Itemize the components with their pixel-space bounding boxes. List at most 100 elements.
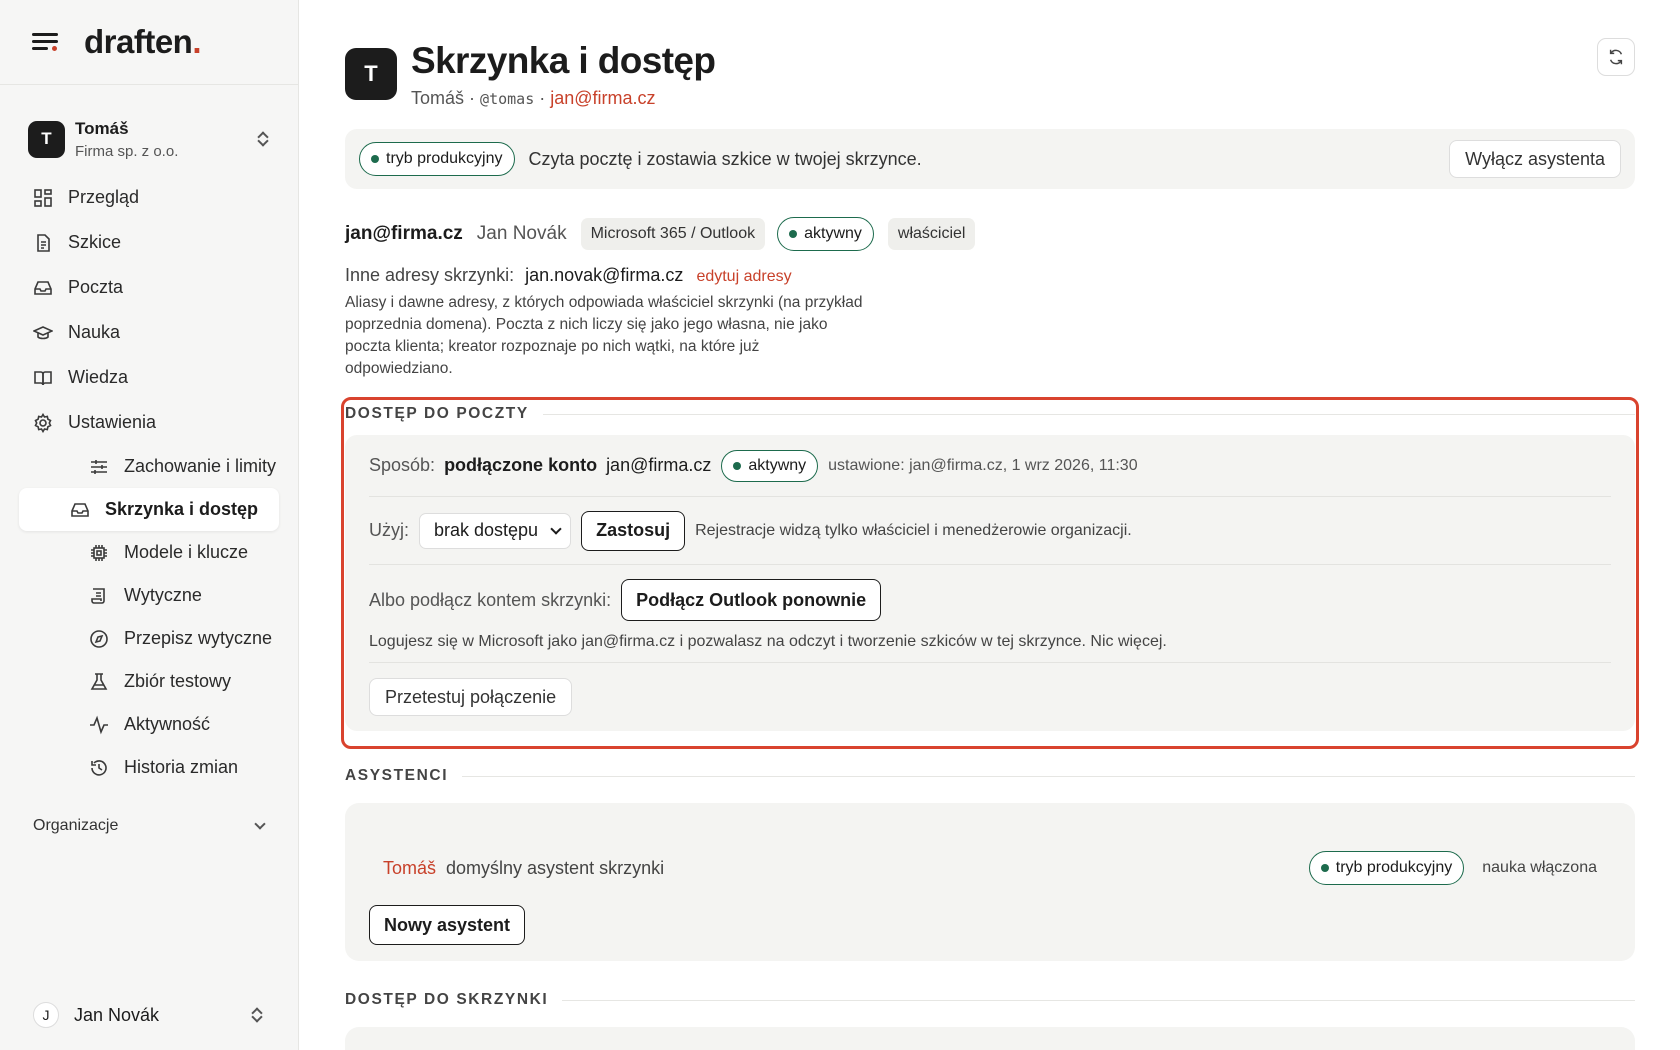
subnav-item-label: Historia zmian bbox=[124, 757, 239, 777]
separator: · bbox=[539, 88, 546, 108]
section-title-text: ASYSTENCI bbox=[345, 767, 449, 784]
nav-item-szkice[interactable]: Szkice bbox=[0, 220, 298, 265]
badge-label: tryb produkcyjny bbox=[1335, 859, 1453, 876]
method-row: Sposób: podłączone konto jan@firma.cz ak… bbox=[369, 435, 1611, 497]
badge-label: tryb produkcyjny bbox=[386, 150, 503, 167]
mailbox-owner: Jan Novák bbox=[476, 223, 567, 244]
mode-description: Czyta pocztę i zostawia szkice w twojej … bbox=[528, 148, 922, 169]
account-switcher[interactable]: T Tomáš Firma sp. z o.o. bbox=[0, 115, 298, 163]
method-meta: ustawione: jan@firma.cz, 1 wrz 2026, 11:… bbox=[828, 456, 1138, 474]
page-header: T Skrzynka i dostęp Tomáš · @tomas · jan… bbox=[345, 40, 1635, 109]
chevron-down-icon bbox=[254, 818, 266, 830]
page-title: Skrzynka i dostęp bbox=[411, 40, 716, 81]
nav-item-label: Szkice bbox=[68, 232, 122, 252]
menu-icon[interactable] bbox=[32, 31, 60, 53]
learning-status: nauka włączona bbox=[1482, 859, 1597, 876]
activity-icon bbox=[89, 715, 109, 735]
section-title: DOSTĘP DO SKRZYNKI bbox=[345, 991, 1635, 1009]
mailbox-access-section: DOSTĘP DO SKRZYNKI bbox=[345, 991, 1635, 1050]
badge-label: aktywny bbox=[748, 456, 807, 474]
subnav-item-zbior[interactable]: Zbiór testowy bbox=[19, 660, 279, 703]
nav-item-przeglad[interactable]: Przegląd bbox=[0, 175, 298, 220]
status-badge: aktywny bbox=[777, 217, 874, 251]
grid-icon bbox=[33, 188, 53, 208]
test-row: Przetestuj połączenie bbox=[369, 663, 1611, 731]
account-org: Firma sp. z o.o. bbox=[75, 142, 179, 160]
book-icon bbox=[33, 368, 53, 388]
test-connection-button[interactable]: Przetestuj połączenie bbox=[369, 678, 573, 716]
assistant-name[interactable]: Tomáš bbox=[383, 858, 436, 879]
subnav-item-historia[interactable]: Historia zmian bbox=[19, 746, 279, 789]
refresh-icon bbox=[1609, 49, 1623, 65]
gear-icon bbox=[33, 412, 53, 433]
aliases-label: Inne adresy skrzynki: bbox=[345, 265, 515, 285]
nav-item-label: Nauka bbox=[68, 322, 121, 342]
assistant-row[interactable]: Tomáš domyślny asystent skrzynki tryb pr… bbox=[369, 851, 1597, 885]
subnav-item-label: Przepisz wytyczne bbox=[124, 628, 273, 648]
mailbox-access-card bbox=[345, 1027, 1635, 1050]
divider bbox=[562, 999, 1635, 1001]
history-icon bbox=[89, 758, 109, 778]
section-title-text: DOSTĘP DO SKRZYNKI bbox=[345, 991, 549, 1008]
mailbox-row: jan@firma.cz Jan Novák Microsoft 365 / O… bbox=[345, 217, 1635, 251]
main-content: T Skrzynka i dostęp Tomáš · @tomas · jan… bbox=[341, 0, 1639, 1050]
status-badge: aktywny bbox=[721, 449, 819, 482]
page-subtitle: Tomáš · @tomas · jan@firma.cz bbox=[411, 88, 715, 109]
badge-label: aktywny bbox=[804, 225, 862, 242]
nav-item-wiedza[interactable]: Wiedza bbox=[0, 355, 298, 400]
avatar: T bbox=[28, 120, 65, 158]
role-tag: właściciel bbox=[887, 218, 976, 250]
method-label: Sposób: bbox=[369, 455, 436, 475]
subnav-item-modele[interactable]: Modele i klucze bbox=[19, 531, 279, 574]
access-select[interactable]: brak dostępu bbox=[419, 512, 572, 549]
section-title: ASYSTENCI bbox=[345, 767, 1635, 785]
connect-label: Albo podłącz kontem skrzynki: bbox=[369, 589, 612, 610]
nav-item-poczta[interactable]: Poczta bbox=[0, 265, 298, 310]
organizations-toggle[interactable]: Organizacje bbox=[0, 817, 298, 835]
header-email-link[interactable]: jan@firma.cz bbox=[550, 88, 655, 108]
nav-item-ustawienia[interactable]: Ustawienia bbox=[0, 400, 298, 445]
subnav-item-wytyczne[interactable]: Wytyczne bbox=[19, 574, 279, 617]
main-nav: Przegląd Szkice Poczta Nauka Wiedza Usta… bbox=[0, 175, 298, 789]
use-label: Użyj: bbox=[369, 520, 409, 540]
subnav-item-label: Aktywność bbox=[124, 714, 211, 734]
subnav-item-aktywnosc[interactable]: Aktywność bbox=[19, 703, 279, 746]
sidebar: draften. T Tomáš Firma sp. z o.o. Przegl… bbox=[0, 0, 299, 1050]
inbox-icon bbox=[33, 278, 53, 298]
subnav-item-label: Wytyczne bbox=[124, 585, 202, 605]
apply-button[interactable]: Zastosuj bbox=[581, 510, 686, 551]
subnav-item-skrzynka[interactable]: Skrzynka i dostęp bbox=[19, 488, 279, 531]
section-title-text: DOSTĘP DO POCZTY bbox=[345, 405, 529, 422]
status-badge: tryb produkcyjny bbox=[359, 142, 515, 176]
document-icon bbox=[33, 233, 53, 253]
mode-bar: tryb produkcyjny Czyta pocztę i zostawia… bbox=[345, 129, 1635, 189]
status-dot bbox=[733, 461, 742, 470]
assistants-section: ASYSTENCI Tomáš domyślny asystent skrzyn… bbox=[345, 767, 1635, 961]
subnav-item-zachowanie[interactable]: Zachowanie i limity bbox=[19, 445, 279, 488]
nav-item-nauka[interactable]: Nauka bbox=[0, 310, 298, 355]
connect-note: Logujesz się w Microsoft jako jan@firma.… bbox=[369, 633, 1167, 650]
new-assistant-button[interactable]: Nowy asystent bbox=[369, 905, 526, 945]
divider bbox=[542, 413, 1635, 415]
organizations-label: Organizacje bbox=[33, 817, 119, 834]
reconnect-outlook-button[interactable]: Podłącz Outlook ponownie bbox=[621, 579, 882, 621]
user-menu[interactable]: J Jan Novák bbox=[33, 1002, 264, 1028]
subnav-item-przepisz[interactable]: Przepisz wytyczne bbox=[19, 617, 279, 660]
connect-row: Albo podłącz kontem skrzynki: Podłącz Ou… bbox=[369, 565, 1611, 663]
disable-assistant-button[interactable]: Wyłącz asystenta bbox=[1449, 140, 1621, 178]
use-row: Użyj: brak dostępu Zastosuj Rejestracje … bbox=[369, 497, 1611, 565]
graduation-cap-icon bbox=[33, 323, 53, 343]
compass-icon bbox=[89, 629, 109, 649]
status-badge: tryb produkcyjny bbox=[1308, 851, 1465, 885]
logo[interactable]: draften. bbox=[84, 23, 201, 61]
nav-item-label: Poczta bbox=[68, 277, 124, 297]
subnav-item-label: Skrzynka i dostęp bbox=[105, 499, 259, 519]
flask-icon bbox=[89, 672, 109, 692]
account-name: Tomáš bbox=[75, 118, 129, 138]
refresh-button[interactable] bbox=[1597, 38, 1635, 76]
edit-aliases-link[interactable]: edytuj adresy bbox=[696, 268, 791, 285]
chevron-down-icon bbox=[550, 522, 562, 535]
mail-access-section: DOSTĘP DO POCZTY Sposób: podłączone kont… bbox=[341, 397, 1639, 749]
method-email: jan@firma.cz bbox=[606, 455, 712, 475]
status-dot bbox=[1320, 864, 1329, 872]
